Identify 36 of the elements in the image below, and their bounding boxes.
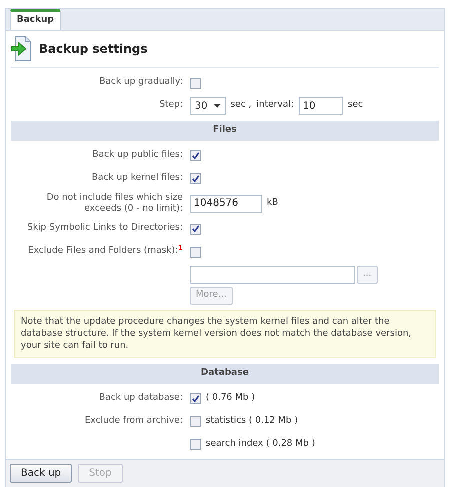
field-label: Exclude Files and Folders (mask):$^{1}$ [28, 246, 183, 256]
field-label: Exclude from archive: [85, 416, 183, 426]
back-up-button[interactable]: Back up [10, 464, 72, 483]
section-title: Backup settings [39, 41, 148, 58]
unit-label: sec , [230, 99, 252, 112]
interval-field[interactable]: 10 [299, 97, 343, 115]
checkbox[interactable] [190, 393, 201, 404]
caret-icon [214, 104, 221, 108]
checkbox[interactable] [190, 439, 201, 450]
unit-label: sec [348, 99, 364, 112]
field-label: Back up kernel files: [92, 172, 183, 183]
checkbox[interactable] [190, 78, 201, 88]
field-label: Skip Symbolic Links to Directories: [27, 223, 183, 234]
checkbox[interactable] [190, 246, 201, 258]
field-label: Back up database: [99, 393, 183, 404]
checkbox[interactable] [190, 173, 201, 184]
field-label: Back up public files: [92, 150, 183, 160]
document-arrow-icon [11, 36, 33, 62]
checkbox[interactable] [190, 416, 201, 428]
unit-label: kB [267, 197, 278, 210]
field-label: Back up gradually: [99, 77, 183, 88]
mask-field[interactable] [190, 266, 355, 284]
tab[interactable]: Backup [10, 8, 62, 30]
field-label: interval: [256, 99, 294, 112]
step-select[interactable]: 30 [190, 97, 226, 115]
option-label: search index ( 0.28 Mb ) [206, 438, 316, 452]
section-header: Database [11, 364, 439, 384]
option-label: ( 0.76 Mb ) [206, 392, 256, 406]
checkbox[interactable] [190, 150, 201, 161]
option-label: statistics ( 0.12 Mb ) [206, 415, 298, 428]
field-label: Do not include files which size exceeds (0 - no limit): [46, 192, 183, 214]
checkbox[interactable] [190, 224, 201, 234]
size-limit-field[interactable]: 1048576 [190, 194, 262, 213]
warning-note: Note that the update procedure changes the system kernel files and can alter the database structure. If the system kernel version does not match the database version, your site can fail to run. [14, 310, 436, 358]
field-label: Step: [159, 100, 183, 110]
section-header: Files [11, 121, 439, 140]
